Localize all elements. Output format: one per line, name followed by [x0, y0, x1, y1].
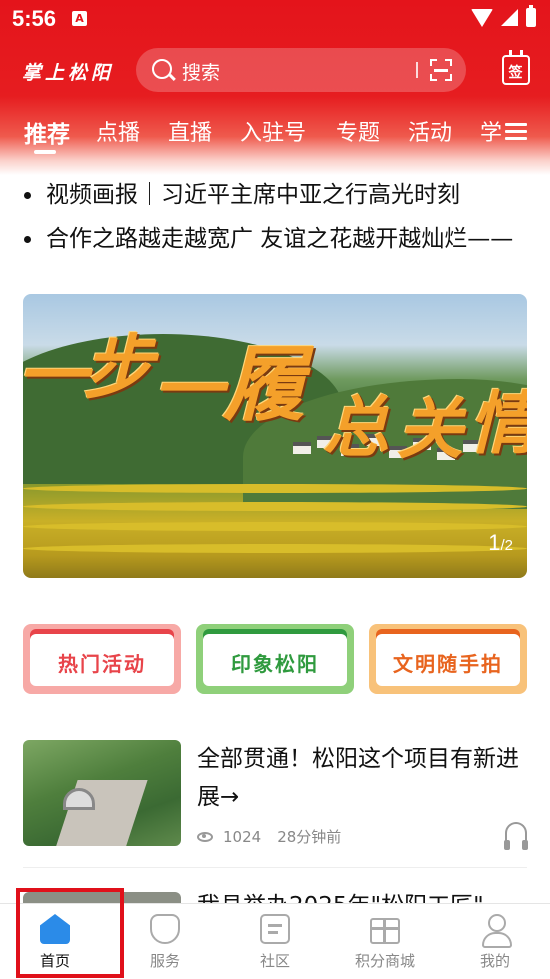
highlight-box [16, 888, 124, 978]
community-icon [260, 914, 290, 944]
headline-item[interactable]: 合作之路越走越宽广 友谊之花越开越灿烂—— [24, 220, 544, 264]
headline-item[interactable]: 视频画报｜习近平主席中亚之行高光时刻 [24, 176, 544, 220]
tab-accounts[interactable]: 入驻号 [240, 115, 306, 147]
banner-title: 一步一履总关情 [23, 312, 527, 468]
banner-title-char: 一 [153, 348, 223, 431]
tab-recommend[interactable]: 推荐 [24, 115, 70, 149]
sign-in-label: 签 [508, 65, 523, 81]
tab-community[interactable]: 社区 [220, 904, 330, 979]
article-time: 28分钟前 [277, 828, 342, 846]
tab-label: 积分商城 [354, 952, 415, 970]
banner-page-total: /2 [500, 537, 513, 554]
tab-services[interactable]: 服务 [110, 904, 220, 979]
banner-carousel[interactable]: 一步一履总关情 1/2 [23, 294, 527, 578]
search-placeholder: 搜索 [182, 62, 221, 84]
signal-icon [501, 9, 518, 26]
banner-image-terrace [23, 484, 527, 493]
app-screen: 5:56 A 掌上松阳 搜索 签 推荐 点播 直播 入驻号 专题 活动 学 视频… [0, 0, 550, 979]
menu-icon[interactable] [505, 123, 527, 141]
bullet-icon [24, 236, 31, 243]
wifi-icon [471, 8, 493, 27]
tab-points-mall[interactable]: 积分商城 [330, 904, 440, 979]
tab-label: 我的 [479, 952, 510, 970]
tab-on-demand[interactable]: 点播 [96, 115, 140, 147]
article-thumbnail [23, 740, 181, 846]
banner-title-char: 情 [469, 368, 527, 467]
bullet-icon [24, 192, 31, 199]
gift-icon [370, 918, 400, 944]
search-bar[interactable]: 搜索 [136, 48, 466, 92]
banner-title-char: 一 [23, 334, 87, 417]
quick-link-label: 文明随手拍 [393, 652, 503, 676]
quick-link-impression[interactable]: 印象松阳 [196, 624, 354, 694]
tab-live[interactable]: 直播 [168, 115, 212, 147]
banner-image-terrace [23, 544, 527, 553]
search-icon [152, 59, 172, 79]
divider [23, 867, 527, 868]
banner-title-char: 履 [223, 337, 305, 433]
channel-tabs: 推荐 点播 直播 入驻号 专题 活动 学 [0, 115, 550, 155]
article-meta: 1024 28分钟前 [197, 826, 341, 847]
banner-title-char: 总 [323, 388, 389, 466]
banner-title-char: 关 [397, 390, 463, 468]
tab-label: 服务 [149, 952, 180, 970]
banner-title-char: 步 [83, 326, 153, 409]
active-tab-indicator [34, 150, 56, 154]
tab-events[interactable]: 活动 [408, 115, 452, 147]
article-views: 1024 [223, 827, 262, 846]
calendar-sign-icon[interactable]: 签 [502, 50, 530, 85]
battery-icon [526, 5, 536, 27]
headline-text: 视频画报｜习近平主席中亚之行高光时刻 [46, 182, 460, 208]
quick-link-hot-events[interactable]: 热门活动 [23, 624, 181, 694]
banner-pagination: 1/2 [488, 530, 513, 556]
article-card[interactable]: 全部贯通！松阳这个项目有新进展→ 1024 28分钟前 [23, 740, 528, 850]
quick-links: 热门活动 印象松阳 文明随手拍 [23, 624, 527, 694]
app-logo: 掌上松阳 [22, 62, 115, 84]
banner-page-current: 1 [488, 530, 501, 555]
search-divider [416, 62, 418, 78]
banner-image-terrace [23, 502, 527, 511]
tab-topics[interactable]: 专题 [336, 115, 380, 147]
tab-mine[interactable]: 我的 [440, 904, 550, 979]
header: 5:56 A 掌上松阳 搜索 签 推荐 点播 直播 入驻号 专题 活动 学 [0, 0, 550, 175]
article-title: 全部贯通！松阳这个项目有新进展→ [197, 746, 519, 810]
headline-text: 合作之路越走越宽广 友谊之花越开越灿烂—— [46, 226, 514, 252]
status-icons [471, 5, 536, 27]
banner-image-terrace [23, 522, 527, 531]
quick-link-label: 热门活动 [58, 652, 146, 676]
user-icon [480, 914, 512, 948]
tab-study[interactable]: 学 [480, 115, 502, 147]
quick-link-label: 印象松阳 [231, 652, 319, 676]
quick-link-civility-photo[interactable]: 文明随手拍 [369, 624, 527, 694]
status-time: 5:56 [12, 6, 57, 31]
tab-label: 社区 [259, 952, 290, 970]
headline-list: 视频画报｜习近平主席中亚之行高光时刻 合作之路越走越宽广 友谊之花越开越灿烂—— [24, 176, 544, 264]
scan-icon[interactable] [430, 59, 452, 81]
status-bar: 5:56 A [0, 0, 550, 38]
views-icon [197, 831, 213, 842]
heart-icon [150, 914, 180, 944]
headphone-icon[interactable] [504, 822, 528, 850]
notification-icon: A [72, 11, 87, 26]
